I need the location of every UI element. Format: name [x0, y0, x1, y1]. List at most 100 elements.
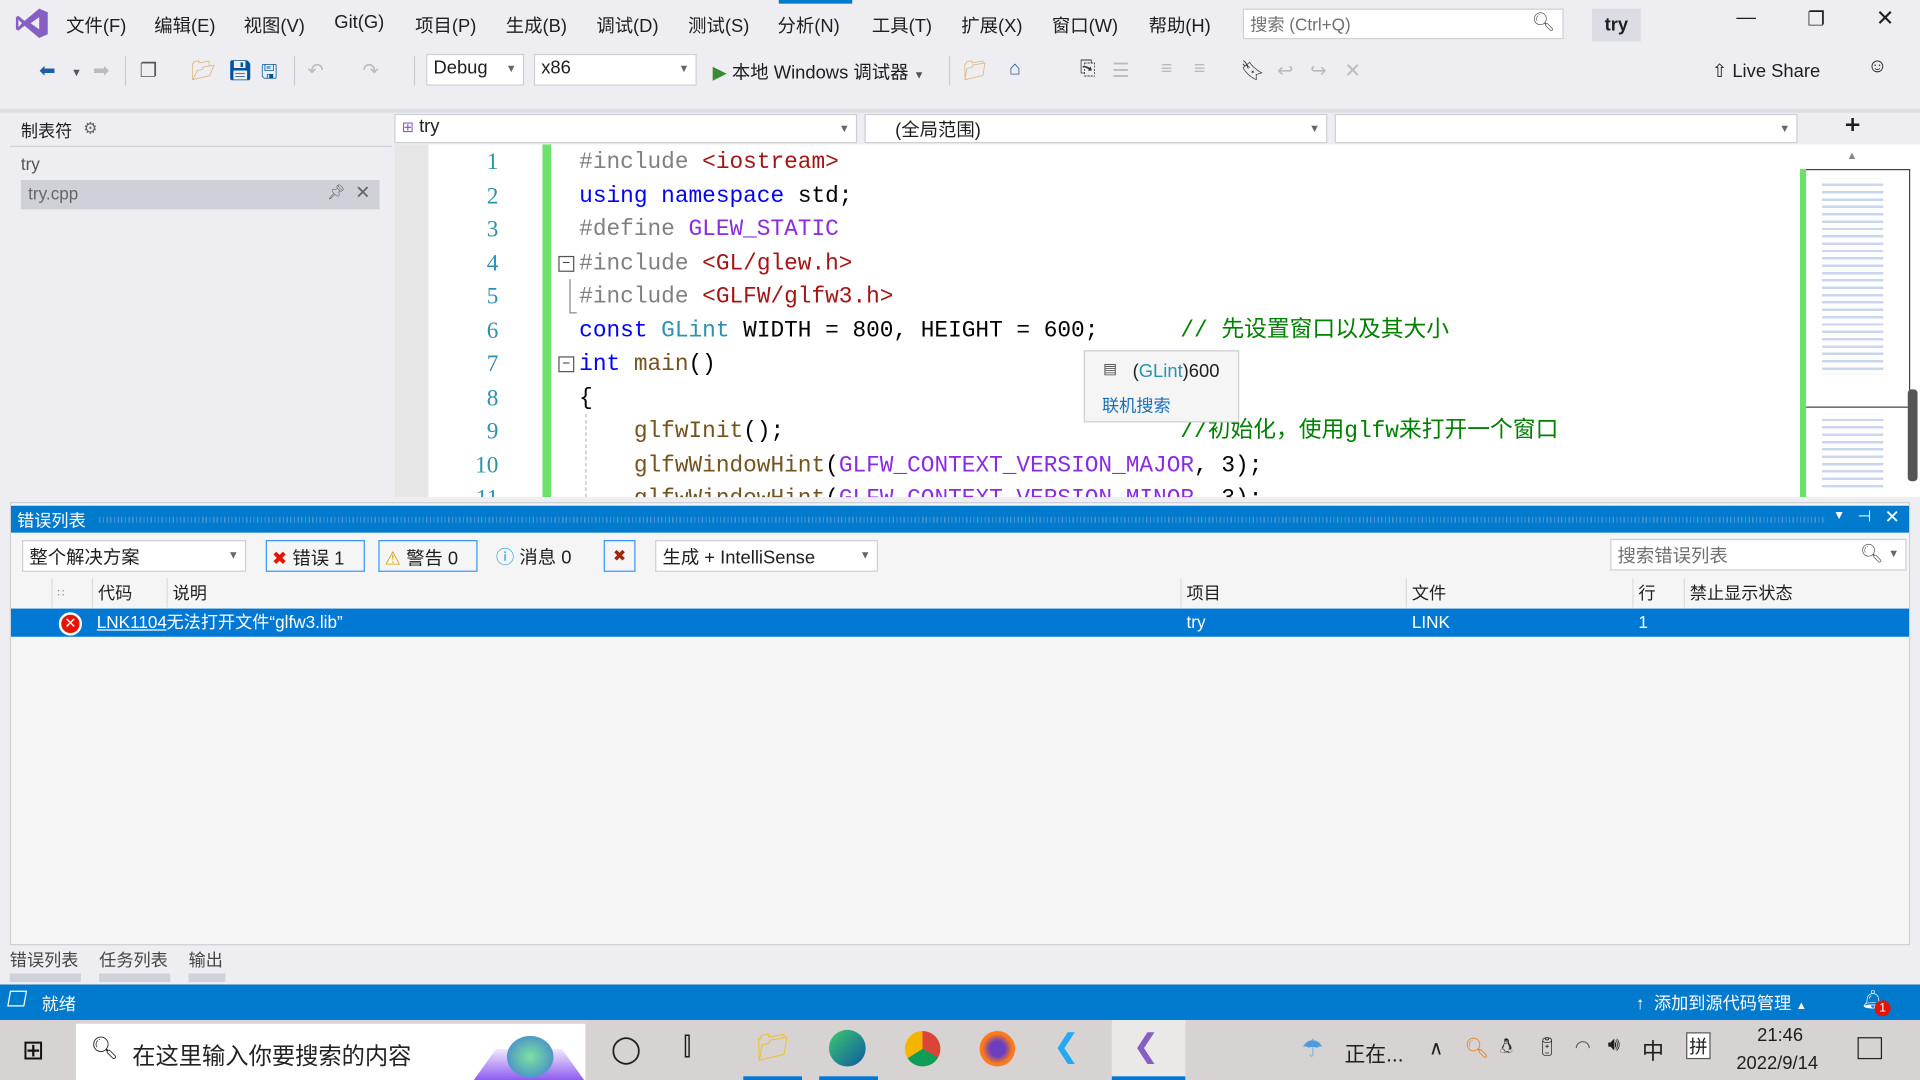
column-header[interactable]: 禁止显示状态	[1683, 577, 1871, 608]
search-tool-tray-icon[interactable]: 🔍︎	[1464, 1036, 1489, 1060]
back-dropdown-icon[interactable]: ▼	[71, 66, 82, 78]
undo-icon[interactable]: ↶	[307, 59, 323, 83]
menu-item[interactable]: 窗口(W)	[1052, 12, 1118, 38]
chrome-icon[interactable]	[904, 1031, 941, 1067]
scroll-up-icon[interactable]: ▲	[1847, 149, 1858, 161]
column-header[interactable]: 项目	[1180, 577, 1405, 608]
menu-item[interactable]: 项目(P)	[415, 12, 476, 38]
taskbar-search[interactable]: 🔍︎ 在这里输入你要搜索的内容	[75, 1023, 586, 1080]
code-line[interactable]: using namespace std;	[579, 179, 852, 213]
open-folder-icon[interactable]: 📂︎	[191, 59, 216, 83]
column-header[interactable]: 代码	[91, 577, 167, 608]
menu-item[interactable]: 分析(N)	[778, 12, 840, 38]
tab-error-list[interactable]: 错误列表	[10, 948, 79, 972]
task-view-icon[interactable]: ⫿	[683, 1033, 691, 1061]
code-line[interactable]: int main()	[579, 348, 716, 382]
redo-icon[interactable]: ↷	[362, 59, 378, 83]
comment-icon[interactable]: ≡	[1194, 59, 1205, 81]
menu-item[interactable]: 测试(S)	[688, 12, 749, 38]
action-center-icon[interactable]	[1857, 1037, 1883, 1060]
next-bookmark-icon[interactable]: ↪	[1310, 59, 1326, 83]
restore-button[interactable]: ❐	[1807, 7, 1825, 31]
clear-bookmarks-icon[interactable]: ✕	[1344, 59, 1360, 83]
collapse-icon[interactable]: −	[558, 356, 575, 373]
clear-filter-button[interactable]: ✖︎	[603, 540, 636, 572]
menu-item[interactable]: 视图(V)	[244, 12, 305, 38]
tab-task-list[interactable]: 任务列表	[99, 948, 168, 972]
qq-icon[interactable]: 🐧︎	[1500, 1035, 1513, 1062]
close-panel-icon[interactable]: ✕	[1884, 506, 1899, 528]
code-line[interactable]: #include <GLFW/glfw3.h>	[579, 280, 893, 314]
column-chooser[interactable]: ∷	[51, 577, 91, 608]
bookmark-icon[interactable]: 🔖︎	[1240, 59, 1265, 83]
search-box[interactable]: 搜索 (Ctrl+Q) 🔍︎	[1242, 8, 1564, 40]
ime-mode[interactable]: 拼	[1686, 1032, 1711, 1060]
messages-filter-button[interactable]: ⓘ 消息 0	[491, 540, 590, 572]
forward-icon[interactable]: ➡	[93, 59, 109, 83]
weather-icon[interactable]: ☂	[1302, 1033, 1324, 1064]
clock-time[interactable]: 21:46	[1757, 1025, 1803, 1046]
menu-item[interactable]: 文件(F)	[66, 12, 126, 38]
cortana-icon[interactable]: ◯	[611, 1033, 641, 1065]
live-share-button[interactable]: ⇧ Live Share	[1712, 60, 1820, 82]
member-nav-dropdown[interactable]: ▼	[1334, 113, 1798, 144]
minimap[interactable]	[1800, 144, 1920, 498]
find-in-files-icon[interactable]: 📁︎	[962, 59, 987, 83]
dropdown-icon[interactable]: ▼	[1833, 509, 1845, 522]
close-button[interactable]: ✕	[1876, 6, 1894, 32]
layout-icon[interactable]: ☰	[1112, 59, 1130, 83]
clock-date[interactable]: 2022/9/14	[1736, 1053, 1818, 1074]
start-debugging-button[interactable]: ▶ 本地 Windows 调试器 ▼	[713, 59, 925, 85]
menu-item[interactable]: 编辑(E)	[154, 12, 215, 38]
code-line[interactable]: {	[579, 381, 593, 415]
save-all-icon[interactable]: 🖫︎	[261, 59, 278, 92]
tab-try-cpp[interactable]: try.cpp 📌︎ ✕	[20, 180, 380, 210]
ime-language[interactable]: 中	[1642, 1035, 1664, 1067]
project-nav-dropdown[interactable]: ⊞ try ▼	[394, 113, 858, 144]
volume-icon[interactable]: 🔊︎	[1608, 1035, 1620, 1057]
menu-item[interactable]: 扩展(X)	[961, 12, 1022, 38]
online-search-link[interactable]: 联机搜索	[1102, 393, 1171, 417]
minimize-button[interactable]: —	[1736, 7, 1756, 29]
vscode-icon[interactable]: ❮	[1053, 1027, 1080, 1065]
scope-nav-dropdown[interactable]: (全局范围) ▼	[864, 113, 1328, 144]
windows-start-icon[interactable]: ⊞	[22, 1035, 45, 1067]
show-hidden-icons[interactable]: ∧	[1429, 1036, 1443, 1060]
code-line[interactable]: glfwWindowHint(GLFW_CONTEXT_VERSION_MAJO…	[579, 449, 1263, 483]
pin-icon[interactable]: 📌︎	[327, 184, 346, 201]
code-line[interactable]: glfwInit(); //初始化，使用glfw来打开一个窗口	[579, 415, 1558, 449]
menu-item[interactable]: 帮助(H)	[1149, 12, 1211, 38]
source-control-button[interactable]: ↑ 添加到源代码管理 ▲	[1636, 991, 1807, 1015]
scope-dropdown[interactable]: 整个解决方案 ▼	[22, 540, 247, 572]
prev-bookmark-icon[interactable]: ↩	[1277, 59, 1293, 83]
code-line[interactable]: #include <GL/glew.h>	[579, 247, 852, 281]
menu-item[interactable]: 工具(T)	[872, 12, 932, 38]
step-icon[interactable]: ⎘	[1080, 59, 1096, 81]
close-tab-icon[interactable]: ✕	[355, 181, 370, 203]
new-project-icon[interactable]: ❐	[140, 59, 158, 83]
error-code-link[interactable]: LNK1104	[97, 609, 167, 637]
collapse-icon[interactable]: −	[558, 255, 575, 272]
code-line[interactable]: glfwWindowHint(GLFW_CONTEXT_VERSION_MINO…	[579, 482, 1263, 497]
code-line[interactable]: #define GLEW_STATIC	[579, 213, 839, 247]
menu-item[interactable]: 生成(B)	[506, 12, 567, 38]
errors-filter-button[interactable]: ✖︎ 错误 1	[265, 540, 365, 572]
source-dropdown[interactable]: 生成 + IntelliSense ▼	[655, 540, 878, 572]
firefox-icon[interactable]	[979, 1031, 1016, 1067]
config-dropdown[interactable]: Debug ▼	[426, 53, 525, 86]
home-icon[interactable]: ⌂	[1009, 59, 1021, 81]
platform-dropdown[interactable]: x86 ▼	[533, 53, 697, 86]
file-explorer-icon[interactable]: 📁︎	[756, 1032, 790, 1064]
battery-icon[interactable]: 🔋︎	[1536, 1036, 1559, 1058]
code-line[interactable]: const GLint WIDTH = 800, HEIGHT = 600; /…	[579, 314, 1449, 348]
column-header[interactable]: 行	[1632, 577, 1683, 608]
edge-icon[interactable]	[828, 1029, 866, 1067]
save-icon[interactable]: 💾︎	[228, 59, 253, 83]
scrollbar-thumb[interactable]	[1907, 389, 1918, 482]
error-search-input[interactable]: 搜索错误列表 🔍︎ ▼	[1610, 538, 1907, 571]
column-header[interactable]: 说明	[166, 577, 1181, 608]
code-line[interactable]: #include <iostream>	[579, 146, 839, 180]
tab-output[interactable]: 输出	[189, 948, 223, 972]
column-header[interactable]: 文件	[1405, 577, 1633, 608]
menu-item[interactable]: Git(G)	[334, 12, 384, 33]
